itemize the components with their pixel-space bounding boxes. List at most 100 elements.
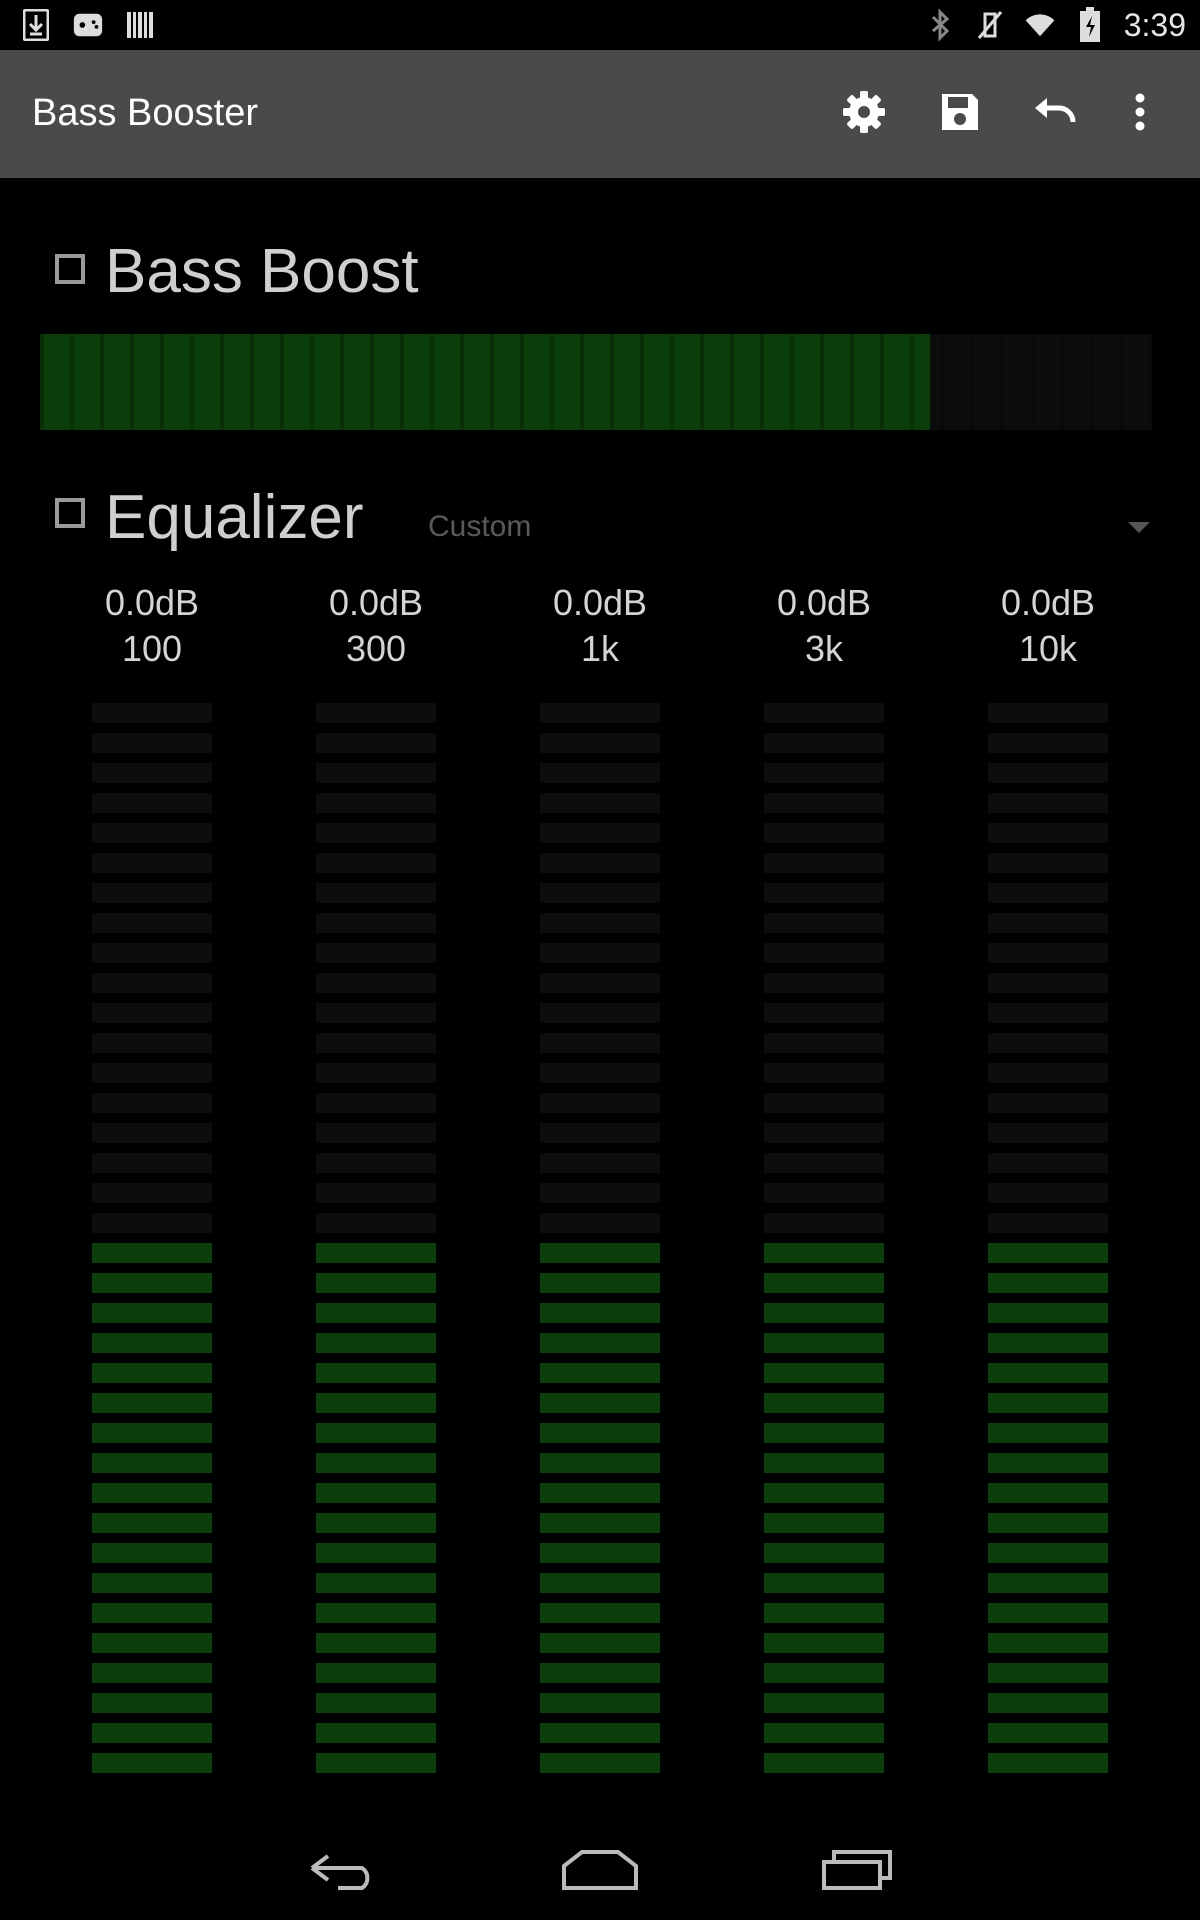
level-segment [316, 1333, 436, 1353]
level-segment [988, 1063, 1108, 1083]
band-gain-label: 0.0dB [1000, 582, 1096, 623]
level-segment [988, 1183, 1108, 1203]
level-segment [540, 1363, 660, 1383]
level-segment [316, 1453, 436, 1473]
level-segment [316, 1303, 436, 1323]
level-segment [764, 1483, 884, 1503]
level-segment [540, 763, 660, 783]
level-segment [764, 1003, 884, 1023]
level-segment [764, 1273, 884, 1293]
level-segment [316, 1153, 436, 1173]
level-segment [988, 853, 1108, 873]
level-segment [92, 1063, 212, 1083]
level-segment [540, 1753, 660, 1773]
level-segment [540, 1573, 660, 1593]
level-segment [988, 1753, 1108, 1773]
bass-boost-checkbox[interactable] [55, 254, 85, 284]
level-segment [540, 1513, 660, 1533]
home-button[interactable] [555, 1842, 645, 1902]
level-segment [316, 763, 436, 783]
level-segment [316, 1003, 436, 1023]
level-segment [316, 1753, 436, 1773]
band-gain-label: 0.0dB [104, 582, 200, 623]
level-segment [540, 913, 660, 933]
level-segment [92, 733, 212, 753]
level-segment [988, 1513, 1108, 1533]
screen: 3:39 Bass Booster Bass Boost Equalizer C… [0, 0, 1200, 1920]
level-segment [540, 1453, 660, 1473]
settings-button[interactable] [834, 84, 894, 144]
level-segment [540, 1303, 660, 1323]
level-segment [764, 1423, 884, 1443]
level-segment [316, 1483, 436, 1503]
overflow-menu-button[interactable] [1110, 84, 1170, 144]
bass-boost-slider-track [40, 334, 1152, 430]
level-segment [988, 1453, 1108, 1473]
level-segment [92, 1453, 212, 1473]
level-segment [540, 1093, 660, 1113]
level-segment [764, 1333, 884, 1353]
band-gain-label: 0.0dB [776, 582, 872, 623]
level-segment [988, 1393, 1108, 1413]
band-3-slider[interactable] [540, 703, 660, 1775]
level-segment [92, 973, 212, 993]
dropdown-arrow-icon[interactable] [1128, 522, 1150, 533]
band-2-header: 0.0dB 300 [286, 580, 466, 672]
recents-button[interactable] [812, 1842, 902, 1902]
level-segment [92, 1663, 212, 1683]
home-icon [562, 1849, 638, 1895]
level-segment [764, 1183, 884, 1203]
level-segment [764, 1663, 884, 1683]
level-segment [540, 1393, 660, 1413]
level-segment [764, 973, 884, 993]
level-segment [316, 973, 436, 993]
band-1-slider[interactable] [92, 703, 212, 1775]
level-segment [988, 1153, 1108, 1173]
level-segment [540, 1153, 660, 1173]
band-4-slider[interactable] [764, 703, 884, 1775]
level-segment [988, 1303, 1108, 1323]
level-segment [764, 913, 884, 933]
level-segment [764, 1243, 884, 1263]
equalizer-checkbox[interactable] [55, 498, 85, 528]
level-segment [316, 1063, 436, 1083]
back-icon [308, 1850, 378, 1895]
level-segment [540, 1333, 660, 1353]
level-segment [316, 913, 436, 933]
level-segment [540, 1243, 660, 1263]
level-segment [540, 1663, 660, 1683]
level-segment [92, 1573, 212, 1593]
level-segment [316, 1033, 436, 1053]
level-segment [92, 703, 212, 723]
level-segment [540, 1123, 660, 1143]
band-2-slider[interactable] [316, 703, 436, 1775]
level-segment [988, 913, 1108, 933]
preset-dropdown-value[interactable]: Custom [428, 510, 531, 544]
level-segment [316, 1663, 436, 1683]
action-bar: Bass Booster [0, 50, 1200, 178]
level-segment [92, 1693, 212, 1713]
level-segment [316, 1423, 436, 1443]
back-button[interactable] [298, 1842, 388, 1902]
band-5-slider[interactable] [988, 703, 1108, 1775]
undo-button[interactable] [1026, 84, 1086, 144]
level-segment [316, 1093, 436, 1113]
level-segment [988, 1543, 1108, 1563]
bass-boost-slider[interactable] [40, 334, 1152, 430]
level-segment [764, 943, 884, 963]
level-segment [92, 1633, 212, 1653]
level-segment [92, 1243, 212, 1263]
level-segment [92, 1423, 212, 1443]
level-segment [540, 733, 660, 753]
level-segment [316, 1723, 436, 1743]
level-segment [988, 1123, 1108, 1143]
level-segment [764, 1543, 884, 1563]
save-button[interactable] [930, 84, 990, 144]
level-segment [540, 853, 660, 873]
band-frequency-label: 10k [1018, 628, 1078, 669]
band-frequency-label: 3k [804, 628, 844, 669]
level-segment [764, 703, 884, 723]
level-segment [764, 853, 884, 873]
level-segment [92, 1393, 212, 1413]
level-segment [540, 1693, 660, 1713]
